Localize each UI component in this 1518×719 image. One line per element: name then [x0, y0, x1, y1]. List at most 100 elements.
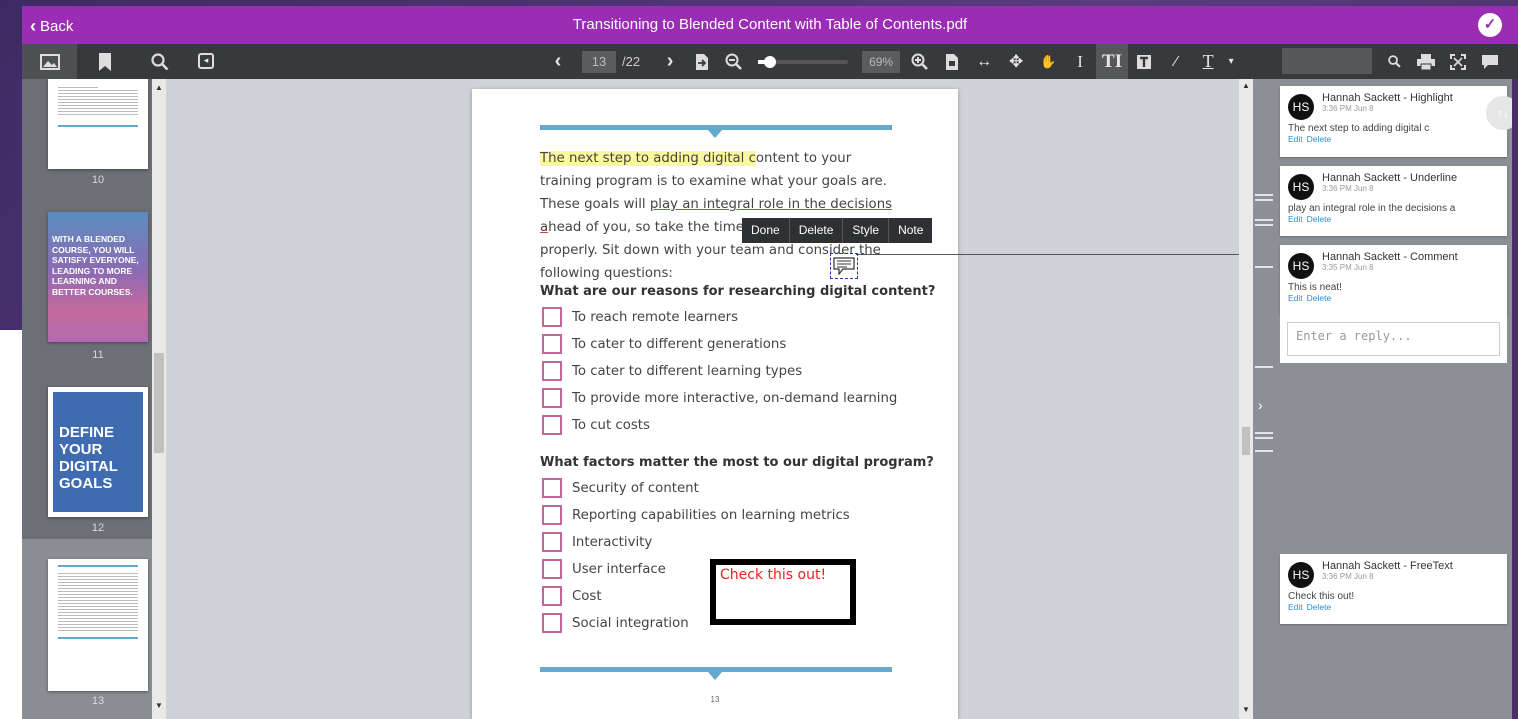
- checkbox-item[interactable]: User interface: [542, 559, 666, 579]
- fit-width-icon[interactable]: ↔: [968, 44, 1000, 79]
- done-button[interactable]: Done: [742, 218, 790, 243]
- chevron-right-icon[interactable]: ›: [1258, 397, 1263, 413]
- checkbox-item[interactable]: To cater to different generations: [542, 334, 786, 354]
- checkbox[interactable]: [542, 415, 562, 435]
- checkbox-item[interactable]: To cater to different learning types: [542, 361, 802, 381]
- edit-link[interactable]: Edit: [1288, 293, 1303, 303]
- search-input[interactable]: [1282, 48, 1372, 74]
- thumbnail-image: [48, 559, 148, 691]
- prev-page-icon[interactable]: ‹: [542, 44, 574, 79]
- zoom-out-icon[interactable]: [718, 44, 750, 79]
- reply-input[interactable]: Enter a reply...: [1287, 322, 1500, 356]
- checkbox[interactable]: [542, 532, 562, 552]
- delete-link[interactable]: Delete: [1307, 134, 1332, 144]
- go-to-page-icon[interactable]: [686, 44, 718, 79]
- navigation-tools: ‹ 13 /22 › 69% ↔ ✥ ✋ I TI ⁄ T ▾: [542, 44, 1238, 79]
- page-number-input[interactable]: 13: [582, 50, 616, 73]
- thumbnail-scrollbar[interactable]: ▲ ▼: [152, 79, 166, 719]
- note-card-comment[interactable]: HS Hannah Sackett - Comment 3:35 PM Jun …: [1280, 245, 1507, 315]
- hand-tool-icon[interactable]: ✋: [1032, 44, 1064, 79]
- checkbox[interactable]: [542, 559, 562, 579]
- checkbox-item[interactable]: To provide more interactive, on-demand l…: [542, 388, 897, 408]
- checkbox-item[interactable]: To reach remote learners: [542, 307, 738, 327]
- note-card-highlight[interactable]: HS Hannah Sackett - Highlight 3:36 PM Ju…: [1280, 86, 1518, 157]
- checkbox-label: Cost: [572, 588, 602, 604]
- edit-link[interactable]: Edit: [1288, 214, 1303, 224]
- edit-link[interactable]: Edit: [1288, 134, 1303, 144]
- checkbox[interactable]: [542, 613, 562, 633]
- checkbox-item[interactable]: To cut costs: [542, 415, 650, 435]
- scrollbar-thumb[interactable]: [1242, 427, 1250, 455]
- checkbox[interactable]: [542, 361, 562, 381]
- thumbnail-page-11[interactable]: WITH A BLENDED COURSE, YOU WILL SATISFY …: [22, 199, 166, 367]
- toggle-sidebar-icon[interactable]: ◂: [198, 53, 214, 69]
- style-button[interactable]: Style: [843, 218, 890, 243]
- print-icon[interactable]: [1410, 44, 1442, 79]
- checkbox-item[interactable]: Cost: [542, 586, 602, 606]
- checkbox[interactable]: [542, 586, 562, 606]
- checkbox-label: Security of content: [572, 480, 699, 496]
- annotation-marker: [1255, 437, 1273, 439]
- checkbox-item[interactable]: Security of content: [542, 478, 699, 498]
- thumbnail-page-13[interactable]: 13: [22, 539, 166, 719]
- note-body: The next step to adding digital c: [1288, 123, 1430, 134]
- delete-button[interactable]: Delete: [790, 218, 844, 243]
- underline-tool-icon[interactable]: T: [1192, 44, 1224, 79]
- freetext-tool-icon[interactable]: [1128, 44, 1160, 79]
- zoom-level[interactable]: 69%: [862, 50, 901, 73]
- document-viewer[interactable]: The next step to adding digital content …: [166, 79, 1239, 719]
- checkbox[interactable]: [542, 334, 562, 354]
- edit-link[interactable]: Edit: [1288, 602, 1303, 612]
- note-card-freetext[interactable]: HS Hannah Sackett - FreeText 3:36 PM Jun…: [1280, 554, 1507, 624]
- avatar: HS: [1288, 562, 1314, 588]
- comment-note-icon[interactable]: [830, 253, 858, 279]
- note-body: This is neat!: [1288, 282, 1342, 293]
- checkbox[interactable]: [542, 505, 562, 525]
- scrollbar-thumb[interactable]: [154, 353, 164, 453]
- zoom-slider[interactable]: [758, 55, 849, 68]
- scroll-down-icon[interactable]: ▼: [152, 701, 166, 710]
- checkbox-item[interactable]: Reporting capabilities on learning metri…: [542, 505, 850, 525]
- fullscreen-icon[interactable]: [1442, 44, 1474, 79]
- next-page-icon[interactable]: ›: [654, 44, 686, 79]
- text-annotate-icon[interactable]: TI: [1096, 44, 1129, 79]
- note-card-underline[interactable]: HS Hannah Sackett - Underline 3:36 PM Ju…: [1280, 166, 1507, 236]
- scroll-up-icon[interactable]: ▲: [1239, 81, 1253, 90]
- delete-link[interactable]: Delete: [1307, 293, 1332, 303]
- bookmarks-tab[interactable]: [77, 44, 132, 79]
- dropdown-icon[interactable]: ▾: [1224, 44, 1238, 79]
- thumbnail-page-12[interactable]: DEFINE YOUR DIGITAL GOALS 12: [22, 367, 166, 537]
- checkbox[interactable]: [542, 388, 562, 408]
- search-tab[interactable]: [132, 44, 187, 79]
- highlight-annotation[interactable]: The next step to adding digital c: [540, 151, 756, 166]
- delete-link[interactable]: Delete: [1307, 214, 1332, 224]
- delete-link[interactable]: Delete: [1307, 602, 1332, 612]
- note-button[interactable]: Note: [889, 218, 932, 243]
- checkbox-item[interactable]: Interactivity: [542, 532, 652, 552]
- document-scrollbar[interactable]: ▲ ▼: [1239, 79, 1253, 719]
- avatar: HS: [1288, 253, 1314, 279]
- annotation-marker: [1255, 199, 1273, 201]
- zoom-in-icon[interactable]: [904, 44, 936, 79]
- checkbox-label: To cater to different learning types: [572, 363, 803, 379]
- text-select-icon[interactable]: I: [1064, 44, 1096, 79]
- fit-page-icon[interactable]: [936, 44, 968, 79]
- search-icon[interactable]: [1378, 44, 1410, 79]
- pen-icon[interactable]: ⁄: [1160, 44, 1192, 79]
- checkbox-label: Reporting capabilities on learning metri…: [572, 507, 850, 523]
- checkmark-icon[interactable]: ✓: [1478, 13, 1502, 37]
- thumbnails-tab[interactable]: [22, 44, 77, 79]
- thumbnail-page-10[interactable]: 10: [22, 79, 166, 199]
- section-heading: What factors matter the most to our digi…: [540, 455, 934, 470]
- scroll-down-icon[interactable]: ▼: [1239, 705, 1253, 714]
- annotation-connector-line: [856, 254, 1281, 255]
- comments-panel-icon[interactable]: [1474, 44, 1506, 79]
- checkbox[interactable]: [542, 478, 562, 498]
- scroll-up-icon[interactable]: ▲: [152, 83, 166, 92]
- checkbox[interactable]: [542, 307, 562, 327]
- pan-icon[interactable]: ✥: [1000, 44, 1032, 79]
- pdf-page[interactable]: The next step to adding digital content …: [472, 89, 958, 719]
- checkbox-item[interactable]: Social integration: [542, 613, 689, 633]
- freetext-annotation[interactable]: Check this out!: [710, 559, 856, 625]
- annotation-popup-menu: Done Delete Style Note: [742, 218, 933, 243]
